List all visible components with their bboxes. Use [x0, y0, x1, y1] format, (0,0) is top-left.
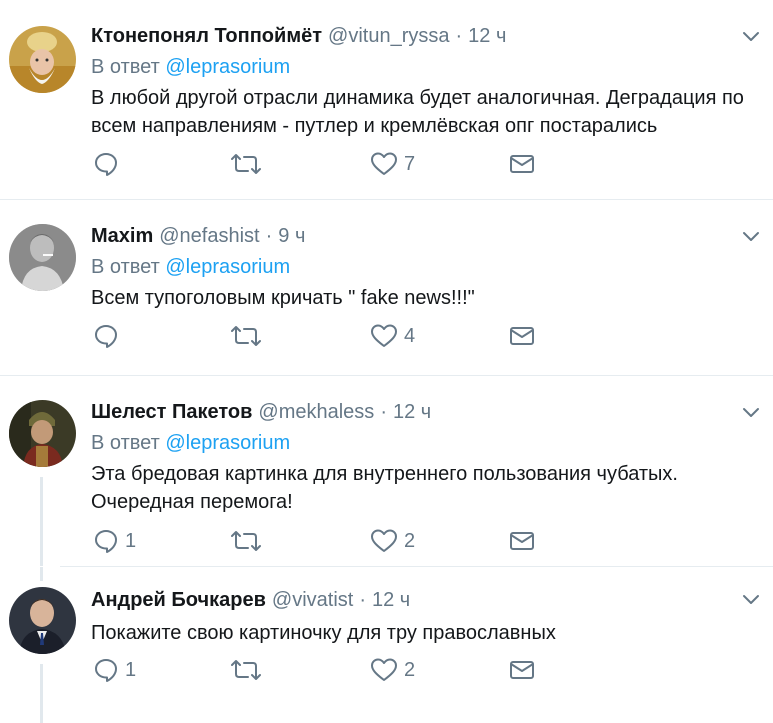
- thread-line: [40, 567, 43, 581]
- reply-context: В ответ @leprasorium: [91, 256, 291, 278]
- tweet-header: Шелест Пакетов @mekhaless · 12 ч: [91, 401, 432, 423]
- tweet-actions: 4: [91, 321, 551, 351]
- reply-count: 1: [125, 529, 137, 552]
- retweet-icon: [231, 323, 261, 349]
- user-handle[interactable]: @nefashist: [159, 225, 259, 247]
- chevron-down-icon[interactable]: [739, 587, 763, 611]
- heart-icon: [370, 151, 398, 177]
- reply-icon: [93, 151, 119, 177]
- tweet[interactable]: Ктонепонял Топпоймёт @vitun_ryssa · 12 ч В …: [0, 0, 773, 200]
- display-name[interactable]: Ктонепонял Топпоймёт: [91, 25, 322, 47]
- user-handle[interactable]: @mekhaless: [258, 401, 374, 423]
- timestamp[interactable]: 9 ч: [278, 225, 305, 247]
- reply-button[interactable]: 1: [93, 655, 136, 685]
- display-name[interactable]: Шелест Пакетов: [91, 401, 252, 423]
- heart-icon: [370, 323, 398, 349]
- timestamp[interactable]: 12 ч: [468, 25, 506, 47]
- reply-context: В ответ @leprasorium: [91, 56, 291, 78]
- mention-link[interactable]: @leprasorium: [165, 56, 290, 78]
- direct-message-button[interactable]: [509, 321, 535, 351]
- envelope-icon: [509, 657, 535, 683]
- direct-message-button[interactable]: [509, 526, 535, 556]
- display-name[interactable]: Андрей Бочкарев: [91, 589, 266, 611]
- avatar[interactable]: [9, 587, 76, 654]
- like-button[interactable]: 4: [370, 321, 415, 351]
- tweet-actions: 1 2: [91, 526, 551, 556]
- mention-link[interactable]: @leprasorium: [165, 256, 290, 278]
- user-handle[interactable]: @vivatist: [272, 589, 353, 611]
- direct-message-button[interactable]: [509, 149, 535, 179]
- like-count: 7: [404, 152, 416, 175]
- heart-icon: [370, 528, 398, 554]
- tweet-text: Покажите свою картиночку для тру правосл…: [91, 622, 556, 644]
- mention-link[interactable]: @leprasorium: [165, 432, 290, 454]
- reply-icon: [93, 323, 119, 349]
- tweet[interactable]: Шелест Пакетов @mekhaless · 12 ч В ответ @l…: [0, 376, 773, 566]
- avatar[interactable]: [9, 224, 76, 291]
- reply-icon: [93, 657, 119, 683]
- chevron-down-icon[interactable]: [739, 24, 763, 48]
- tweet-actions: 7: [91, 149, 551, 179]
- reply-count: 1: [125, 658, 137, 681]
- reply-icon: [93, 528, 119, 554]
- timestamp[interactable]: 12 ч: [372, 589, 410, 611]
- like-count: 2: [404, 529, 416, 552]
- envelope-icon: [509, 323, 535, 349]
- like-button[interactable]: 2: [370, 655, 415, 685]
- user-handle[interactable]: @vitun_ryssa: [328, 25, 449, 47]
- display-name[interactable]: Maxim: [91, 225, 153, 247]
- retweet-icon: [231, 657, 261, 683]
- reply-context: В ответ @leprasorium: [91, 432, 291, 454]
- reply-button[interactable]: [93, 321, 125, 351]
- retweet-button[interactable]: [231, 526, 267, 556]
- chevron-down-icon[interactable]: [739, 224, 763, 248]
- tweet-actions: 1 2: [91, 655, 551, 685]
- heart-icon: [370, 657, 398, 683]
- chevron-down-icon[interactable]: [739, 400, 763, 424]
- tweet-text: Всем тупоголовым кричать " fake news!!!": [91, 287, 475, 309]
- avatar[interactable]: [9, 26, 76, 93]
- tweet-text: Эта бредовая картинка для внутреннего по…: [91, 463, 678, 513]
- retweet-button[interactable]: [231, 321, 267, 351]
- retweet-button[interactable]: [231, 655, 267, 685]
- tweet-header: Ктонепонял Топпоймёт @vitun_ryssa · 12 ч: [91, 25, 507, 47]
- retweet-button[interactable]: [231, 149, 267, 179]
- like-button[interactable]: 2: [370, 526, 415, 556]
- tweet-text: В любой другой отрасли динамика будет ан…: [91, 87, 744, 137]
- thread-line: [40, 664, 43, 723]
- thread-line: [40, 477, 43, 566]
- envelope-icon: [509, 528, 535, 554]
- tweet[interactable]: Андрей Бочкарев @vivatist · 12 ч Покажите с…: [0, 567, 773, 723]
- envelope-icon: [509, 151, 535, 177]
- like-count: 2: [404, 658, 416, 681]
- tweet-header: Maxim @nefashist · 9 ч: [91, 225, 306, 247]
- timestamp[interactable]: 12 ч: [393, 401, 431, 423]
- like-button[interactable]: 7: [370, 149, 415, 179]
- direct-message-button[interactable]: [509, 655, 535, 685]
- reply-button[interactable]: 1: [93, 526, 136, 556]
- tweet[interactable]: Maxim @nefashist · 9 ч В ответ @leprasorium…: [0, 200, 773, 376]
- avatar[interactable]: [9, 400, 76, 467]
- tweet-header: Андрей Бочкарев @vivatist · 12 ч: [91, 589, 411, 611]
- retweet-icon: [231, 528, 261, 554]
- retweet-icon: [231, 151, 261, 177]
- reply-button[interactable]: [93, 149, 125, 179]
- like-count: 4: [404, 324, 416, 347]
